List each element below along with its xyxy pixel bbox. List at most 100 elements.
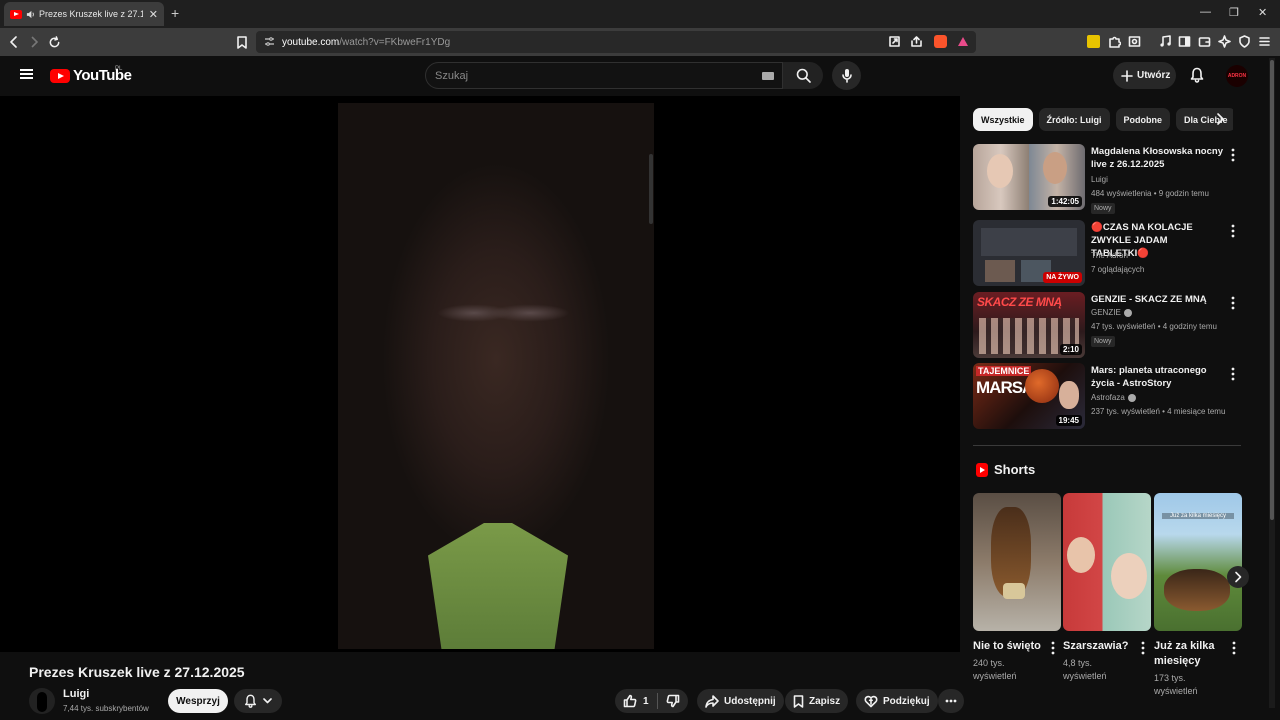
- recommended-video[interactable]: 1:42:05 Magdalena Kłosowska nocny live z…: [973, 144, 1243, 214]
- short-thumbnail[interactable]: Już za kilka miesięcy: [1154, 493, 1242, 631]
- video-thumbnail[interactable]: TAJEMNICE MARSA 19:45: [973, 363, 1085, 429]
- recommended-video[interactable]: SKACZ ZE MNĄ 2:10 GENZIE - SKACZ ZE MNĄ …: [973, 292, 1243, 358]
- video-meta: 47 tys. wyświetleń • 4 godziny temu: [1091, 322, 1217, 331]
- chip-related[interactable]: Podobne: [1115, 108, 1171, 131]
- channel-name[interactable]: GENZIE: [1091, 308, 1132, 317]
- brave-shields-icon[interactable]: [934, 35, 947, 48]
- site-settings-icon[interactable]: [264, 36, 275, 47]
- video-thumbnail[interactable]: 1:42:05: [973, 144, 1085, 210]
- new-badge: Nowy: [1091, 203, 1115, 214]
- more-vertical-icon[interactable]: [1232, 641, 1236, 655]
- channel-name[interactable]: Luigi: [1091, 175, 1108, 184]
- video-player[interactable]: [0, 96, 960, 652]
- chips-next-icon[interactable]: [1216, 112, 1225, 126]
- short-item[interactable]: Już za kilka miesięcy Już za kilka miesi…: [1154, 493, 1242, 698]
- share-arrow-icon: [705, 694, 719, 708]
- media-music-icon[interactable]: [1159, 35, 1172, 48]
- sidebar-toggle-icon[interactable]: [1178, 35, 1191, 48]
- short-title[interactable]: Nie to święto: [973, 639, 1045, 654]
- video-title[interactable]: Magdalena Kłosowska nocny live z 26.12.2…: [1091, 145, 1227, 171]
- chip-all[interactable]: Wszystkie: [973, 108, 1033, 131]
- more-actions-button[interactable]: [938, 689, 964, 713]
- thumbnail-text-top: TAJEMNICE: [976, 366, 1032, 376]
- vpn-shield-icon[interactable]: [1238, 35, 1251, 48]
- video-thumbnail[interactable]: SKACZ ZE MNĄ 2:10: [973, 292, 1085, 358]
- more-vertical-icon[interactable]: [1051, 641, 1055, 655]
- subscription-bell-button[interactable]: [234, 689, 282, 713]
- leo-ai-icon[interactable]: [1218, 35, 1231, 48]
- page-scrollbar[interactable]: [1269, 58, 1275, 708]
- like-divider: [656, 693, 658, 709]
- thumbnail-caption: Już za kilka miesięcy: [1162, 513, 1234, 519]
- maximize-icon[interactable]: ❐: [1229, 6, 1239, 19]
- short-title[interactable]: Szarszawia?: [1063, 639, 1135, 654]
- chat-scrollbar[interactable]: [649, 154, 653, 224]
- reload-icon[interactable]: [46, 34, 62, 50]
- back-icon[interactable]: [6, 34, 22, 50]
- account-avatar[interactable]: ADRON: [1226, 65, 1248, 87]
- thanks-button[interactable]: Podziękuj: [856, 689, 938, 713]
- tab-close-icon[interactable]: ✕: [149, 8, 158, 21]
- channel-name[interactable]: Luigi: [63, 688, 89, 700]
- more-vertical-icon[interactable]: [1231, 224, 1235, 238]
- short-item[interactable]: Szarszawia? 4,8 tys. wyświetleń: [1063, 493, 1151, 683]
- minimize-icon[interactable]: —: [1200, 6, 1211, 18]
- video-content-shirt: [428, 523, 568, 649]
- wallet-icon[interactable]: [1198, 35, 1211, 48]
- keyboard-icon[interactable]: [762, 72, 774, 80]
- youtube-favicon-icon: [10, 9, 22, 19]
- short-item[interactable]: Nie to święto 240 tys. wyświetleń: [973, 493, 1061, 683]
- more-vertical-icon[interactable]: [1231, 367, 1235, 381]
- browser-menu-icon[interactable]: [1258, 35, 1271, 48]
- more-vertical-icon[interactable]: [1141, 641, 1145, 655]
- share-page-icon[interactable]: [911, 36, 922, 47]
- new-tab-icon[interactable]: +: [171, 5, 179, 21]
- share-button[interactable]: Udostępnij: [697, 689, 784, 713]
- channel-name[interactable]: The Adron: [1091, 251, 1128, 260]
- video-title[interactable]: Mars: planeta utraconego życia - AstroSt…: [1091, 364, 1227, 390]
- short-thumbnail[interactable]: [973, 493, 1061, 631]
- save-button[interactable]: Zapisz: [785, 689, 849, 713]
- notifications-bell-icon[interactable]: [1190, 67, 1204, 83]
- create-button[interactable]: Utwórz: [1113, 62, 1176, 89]
- shorts-next-icon[interactable]: [1227, 566, 1249, 588]
- video-meta: 7 oglądających: [1091, 265, 1145, 274]
- short-thumbnail[interactable]: [1063, 493, 1151, 631]
- search-button[interactable]: [783, 62, 823, 89]
- voice-search-button[interactable]: [832, 61, 861, 90]
- bookmark-icon[interactable]: [234, 34, 250, 50]
- open-in-app-icon[interactable]: [889, 36, 900, 47]
- channel-name-text: Astrofaza: [1091, 393, 1125, 402]
- forward-icon[interactable]: [26, 34, 42, 50]
- live-badge: NA ŻYWO: [1043, 272, 1082, 283]
- video-meta: 237 tys. wyświetleń • 4 miesiące temu: [1091, 407, 1226, 416]
- channel-name[interactable]: Astrofaza: [1091, 393, 1136, 402]
- recommended-video[interactable]: TAJEMNICE MARSA 19:45 Mars: planeta utra…: [973, 363, 1243, 429]
- video-thumbnail[interactable]: NA ŻYWO: [973, 220, 1085, 286]
- speaker-icon[interactable]: [26, 10, 35, 19]
- subscriber-count: 7,44 tys. subskrybentów: [63, 704, 149, 713]
- extension-yellow-icon[interactable]: [1087, 35, 1100, 48]
- extensions-puzzle-icon[interactable]: [1108, 35, 1121, 48]
- dislike-button[interactable]: [666, 694, 680, 708]
- like-button[interactable]: 1: [623, 694, 649, 708]
- url-path: /watch?v=FKbweFr1YDg: [339, 36, 451, 48]
- video-title[interactable]: GENZIE - SKACZ ZE MNĄ: [1091, 293, 1227, 306]
- thumbnail-text: SKACZ ZE MNĄ: [977, 295, 1062, 309]
- search-icon: [796, 68, 811, 83]
- recommended-video[interactable]: NA ŻYWO 🔴CZAS NA KOLACJE ZWYKLE JADAM TA…: [973, 220, 1243, 286]
- browser-tab[interactable]: Prezes Kruszek live z 27.12.2024 ✕: [4, 2, 164, 26]
- search-input[interactable]: Szukaj: [425, 62, 783, 89]
- chip-from-luigi[interactable]: Źródło: Luigi: [1038, 108, 1110, 131]
- window-close-icon[interactable]: ✕: [1258, 6, 1267, 19]
- support-button[interactable]: Wesprzyj: [168, 689, 228, 713]
- more-vertical-icon[interactable]: [1231, 148, 1235, 162]
- hamburger-menu-icon[interactable]: [20, 69, 33, 79]
- brave-rewards-icon[interactable]: [957, 36, 969, 47]
- video-frame[interactable]: [338, 103, 654, 649]
- url-field[interactable]: youtube.com/watch?v=FKbweFr1YDg: [256, 31, 976, 53]
- screenshot-icon[interactable]: [1128, 35, 1141, 48]
- short-title[interactable]: Już za kilka miesięcy: [1154, 639, 1226, 669]
- more-vertical-icon[interactable]: [1231, 296, 1235, 310]
- channel-avatar[interactable]: [29, 688, 55, 714]
